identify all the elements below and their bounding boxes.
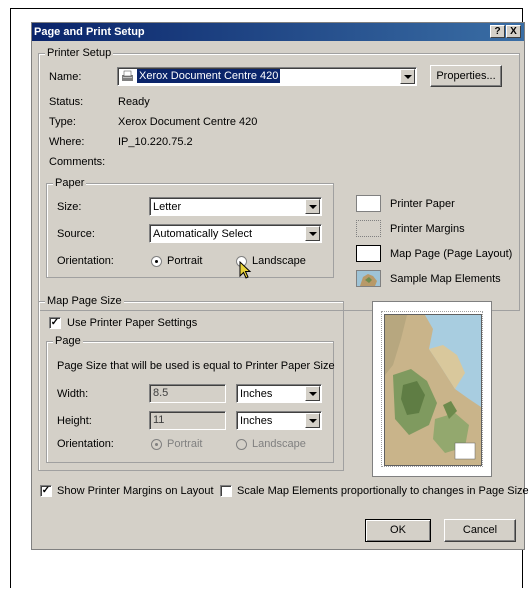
page-title: Page <box>53 335 83 347</box>
height-unit-value: Inches <box>240 415 273 427</box>
name-label: Name: <box>49 71 82 83</box>
close-button[interactable]: X <box>506 25 521 38</box>
status-value: Ready <box>118 96 150 108</box>
comments-label: Comments: <box>49 156 106 168</box>
portrait-label: Portrait <box>167 255 203 267</box>
page-landscape-label: Landscape <box>252 438 306 450</box>
paper-size-select[interactable]: Letter <box>149 197 322 216</box>
chevron-down-icon[interactable] <box>305 199 320 214</box>
orientation-label: Orientation: <box>57 255 114 267</box>
landscape-label: Landscape <box>252 255 306 267</box>
type-value: Xerox Document Centre 420 <box>118 116 258 128</box>
properties-button[interactable]: Properties... <box>430 65 502 87</box>
paper-source-value: Automatically Select <box>153 228 253 240</box>
width-field[interactable]: 8.5 <box>149 384 226 403</box>
map-page-size-title: Map Page Size <box>45 295 124 307</box>
page-size-info: Page Size that will be used is equal to … <box>57 360 335 372</box>
width-unit-select[interactable]: Inches <box>236 384 322 403</box>
paper-source-select[interactable]: Automatically Select <box>149 224 322 243</box>
sample-map-label: Sample Map Elements <box>390 273 501 285</box>
help-button[interactable]: ? <box>490 25 505 38</box>
chevron-down-icon[interactable] <box>305 386 320 401</box>
chevron-down-icon[interactable] <box>400 69 415 84</box>
cursor-icon <box>239 260 253 281</box>
portrait-radio[interactable] <box>151 256 162 267</box>
page-orientation-label: Orientation: <box>57 438 114 450</box>
scale-elements-label: Scale Map Elements proportionally to cha… <box>237 485 529 497</box>
page-landscape-radio[interactable] <box>236 439 247 450</box>
sample-map-image <box>384 314 482 466</box>
page-portrait-radio[interactable] <box>151 439 162 450</box>
width-unit-value: Inches <box>240 388 273 400</box>
paper-title: Paper <box>53 177 87 189</box>
page-portrait-label: Portrait <box>167 438 203 450</box>
height-label: Height: <box>57 415 92 427</box>
printer-paper-swatch <box>356 195 381 212</box>
source-label: Source: <box>57 228 95 240</box>
paper-size-value: Letter <box>153 201 182 213</box>
use-printer-paper-label: Use Printer Paper Settings <box>67 317 198 329</box>
printer-margins-swatch <box>356 220 381 237</box>
printer-name-select[interactable]: Xerox Document Centre 420 <box>117 67 417 86</box>
printer-icon <box>120 69 135 84</box>
title-bar: Page and Print Setup ? X <box>32 23 524 41</box>
cancel-button[interactable]: Cancel <box>444 519 516 542</box>
show-margins-checkbox[interactable]: ✓ <box>40 485 52 497</box>
map-page-swatch <box>356 245 381 262</box>
page-preview <box>372 301 492 477</box>
height-unit-select[interactable]: Inches <box>236 411 322 430</box>
show-margins-label: Show Printer Margins on Layout <box>57 485 214 497</box>
chevron-down-icon[interactable] <box>305 226 320 241</box>
where-value: IP_10.220.75.2 <box>118 136 193 148</box>
height-field[interactable]: 11 <box>149 411 226 430</box>
width-label: Width: <box>57 388 89 400</box>
page-print-setup-dialog: Page and Print Setup ? X Printer Setup N… <box>31 22 529 550</box>
status-label: Status: <box>49 96 84 108</box>
sample-map-swatch <box>356 270 381 287</box>
size-label: Size: <box>57 201 82 213</box>
type-label: Type: <box>49 116 76 128</box>
chevron-down-icon[interactable] <box>305 413 320 428</box>
ok-button[interactable]: OK <box>365 519 431 542</box>
use-printer-paper-checkbox[interactable]: ✓ <box>49 317 61 329</box>
printer-paper-label: Printer Paper <box>390 198 455 210</box>
printer-name-value: Xerox Document Centre 420 <box>137 69 281 83</box>
dialog-title: Page and Print Setup <box>34 26 145 38</box>
printer-setup-title: Printer Setup <box>45 47 114 59</box>
where-label: Where: <box>49 136 85 148</box>
map-page-label: Map Page (Page Layout) <box>390 248 513 260</box>
scale-elements-checkbox[interactable] <box>220 485 232 497</box>
printer-margins-label: Printer Margins <box>390 223 465 235</box>
